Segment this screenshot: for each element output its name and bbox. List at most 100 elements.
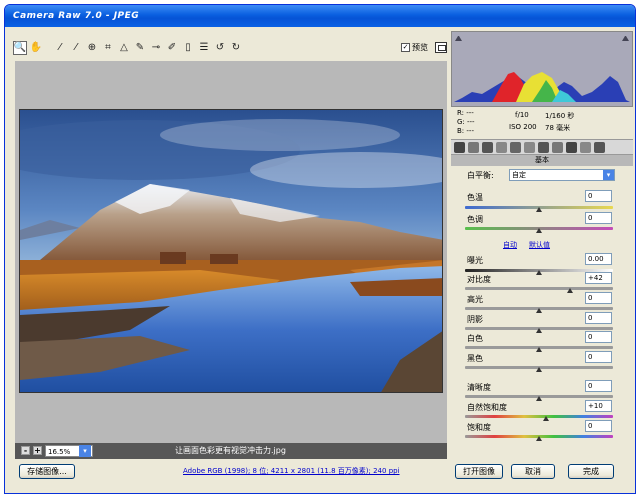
vibrance-slider[interactable] [465,415,613,418]
crop-icon[interactable]: ⌗ [101,41,115,55]
tab-hsl-icon[interactable] [496,142,507,153]
white-balance-icon[interactable]: ⁄ [53,41,67,55]
highlights-label: 高光 [467,295,483,304]
tint-input[interactable]: 0 [585,212,612,224]
blacks-label: 黑色 [467,354,483,363]
target-adjust-icon[interactable]: ⊕ [85,41,99,55]
preview-label: 预览 [412,43,428,52]
file-name: 让画面色彩更有视觉冲击力.jpg [175,446,286,455]
white-balance-value: 自定 [512,171,526,179]
tab-detail-icon[interactable] [482,142,493,153]
red-eye-icon[interactable]: ⊸ [149,41,163,55]
chevron-down-icon: ▾ [603,170,614,180]
vibrance-label: 自然饱和度 [467,403,507,412]
temp-input[interactable]: 0 [585,190,612,202]
hand-icon[interactable]: ✋ [29,41,43,55]
tab-camera-calibration-icon[interactable] [552,142,563,153]
blacks-input[interactable]: 0 [585,351,612,363]
exposure-label: 曝光 [467,256,483,265]
aperture: f/10 [515,111,529,119]
preview-checkbox[interactable]: ✓ 预览 [401,42,428,53]
saturation-label: 饱和度 [467,423,491,432]
info-readout: R: --- G: --- B: --- f/10 1/160 秒 ISO 20… [451,107,633,137]
check-icon: ✓ [401,43,410,52]
basic-panel: 白平衡: 自定 ▾ 色温 0 色调 0 自动 默认值 曝光 0.00 对比度 +… [451,166,633,458]
tab-snapshots-icon[interactable] [580,142,591,153]
whites-slider-thumb[interactable] [536,347,542,352]
vibrance-input[interactable]: +10 [585,400,612,412]
color-sampler-icon[interactable]: ⁄ [69,41,83,55]
adjustments-panel: R: --- G: --- B: --- f/10 1/160 秒 ISO 20… [451,31,633,458]
g-readout: G: --- [457,118,475,126]
whites-label: 白色 [467,334,483,343]
cancel-button[interactable]: 取消 [511,464,555,479]
rotate-cw-icon[interactable]: ↻ [229,41,243,55]
workflow-options-link[interactable]: Adobe RGB (1998); 8 位; 4211 x 2801 (11.8… [183,466,400,476]
tab-basic-icon[interactable] [454,142,465,153]
clarity-input[interactable]: 0 [585,380,612,392]
spot-removal-icon[interactable]: ✎ [133,41,147,55]
b-readout: B: --- [457,127,474,135]
whites-input[interactable]: 0 [585,331,612,343]
shadows-input[interactable]: 0 [585,312,612,324]
focal-length: 78 毫米 [545,124,571,132]
bottom-bar: 存储图像... Adobe RGB (1998); 8 位; 4211 x 28… [5,461,635,493]
shadows-label: 阴影 [467,315,483,324]
white-balance-select[interactable]: 自定 ▾ [509,169,615,181]
r-readout: R: --- [457,109,474,117]
contrast-input[interactable]: +42 [585,272,612,284]
zoom-icon[interactable]: 🔍 [13,41,27,55]
tab-menu-icon[interactable] [594,142,605,153]
blacks-slider-thumb[interactable] [536,367,542,372]
tab-split-toning-icon[interactable] [510,142,521,153]
title-bar[interactable]: Camera Raw 7.0 - JPEG [5,5,635,27]
shadows-slider-thumb[interactable] [536,328,542,333]
zoom-in-button[interactable]: + [33,446,42,455]
rotate-ccw-icon[interactable]: ↺ [213,41,227,55]
fullscreen-icon[interactable] [435,42,447,53]
iso: ISO 200 [509,123,537,131]
contrast-slider[interactable] [465,287,613,290]
adjustment-brush-icon[interactable]: ✐ [165,41,179,55]
clarity-label: 清晰度 [467,383,491,392]
auto-link[interactable]: 自动 [503,240,517,250]
tab-tone-curve-icon[interactable] [468,142,479,153]
histogram [451,31,633,107]
contrast-label: 对比度 [467,275,491,284]
highlights-slider-thumb[interactable] [536,308,542,313]
tint-label: 色调 [467,215,483,224]
tab-effects-icon[interactable] [538,142,549,153]
tab-lens-icon[interactable] [524,142,535,153]
contrast-slider-thumb[interactable] [567,288,574,293]
graduated-filter-icon[interactable]: ▯ [181,41,195,55]
image-canvas[interactable] [15,61,447,445]
photo-preview [19,109,443,393]
shutter-speed: 1/160 秒 [545,112,575,120]
toolbar: 🔍 ✋ ⁄ ⁄ ⊕ ⌗ △ ✎ ⊸ ✐ ▯ ☰ ↺ ↻ ✓ 预览 [11,38,447,60]
panel-title: 基本 [451,155,633,166]
saturation-input[interactable]: 0 [585,420,612,432]
zoom-out-button[interactable]: - [21,446,30,455]
preferences-icon[interactable]: ☰ [197,41,211,55]
tab-presets-icon[interactable] [566,142,577,153]
tint-slider-thumb[interactable] [536,228,542,233]
white-balance-label: 白平衡: [467,171,494,180]
open-image-button[interactable]: 打开图像 [455,464,503,479]
window-title: Camera Raw 7.0 - JPEG [13,11,140,21]
done-button[interactable]: 完成 [568,464,614,479]
zoom-bar: - + 16.5% ▾ 让画面色彩更有视觉冲击力.jpg [15,443,447,459]
temp-label: 色温 [467,193,483,202]
highlights-input[interactable]: 0 [585,292,612,304]
exposure-input[interactable]: 0.00 [585,253,612,265]
clarity-slider-thumb[interactable] [536,396,542,401]
temp-slider-thumb[interactable] [536,207,542,212]
straighten-icon[interactable]: △ [117,41,131,55]
save-image-button[interactable]: 存储图像... [19,464,75,479]
camera-raw-window: Camera Raw 7.0 - JPEG 🔍 ✋ ⁄ ⁄ ⊕ ⌗ △ ✎ ⊸ … [4,4,636,494]
default-link[interactable]: 默认值 [529,240,550,250]
panel-tabs [451,139,633,155]
vibrance-slider-thumb[interactable] [543,416,550,421]
saturation-slider-thumb[interactable] [536,436,542,441]
exposure-slider-thumb[interactable] [536,270,542,275]
zoom-dropdown-icon[interactable]: ▾ [79,445,91,457]
